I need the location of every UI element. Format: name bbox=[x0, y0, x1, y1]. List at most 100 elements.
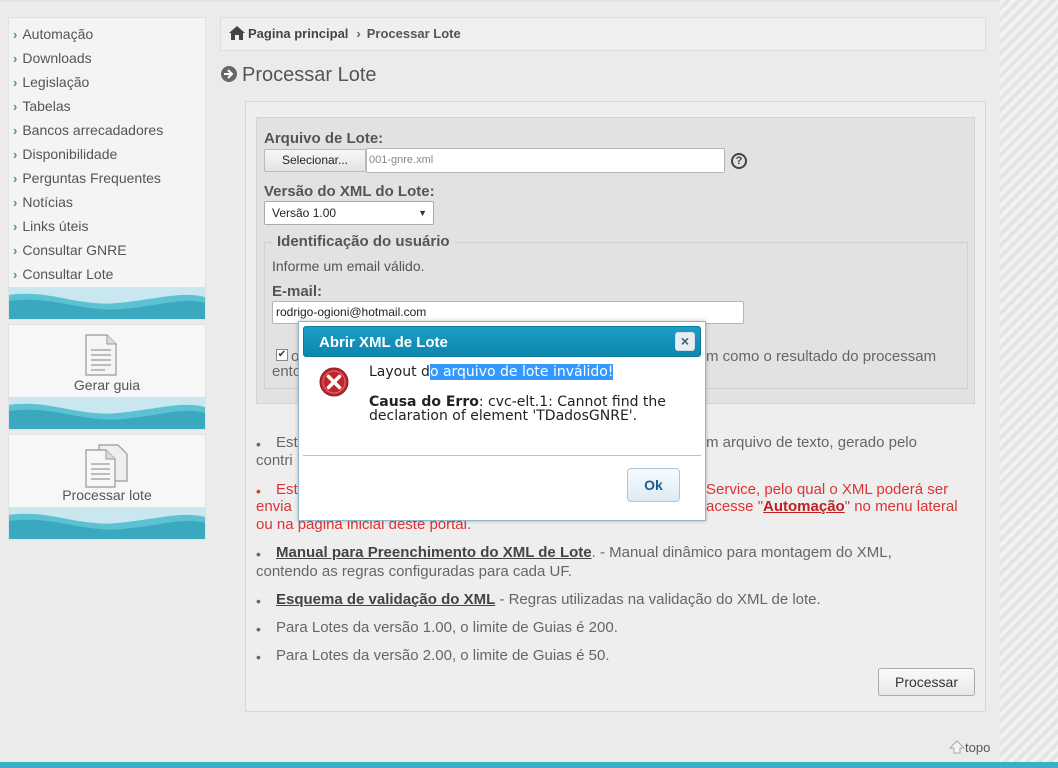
sidebar-item-consultar-gnre[interactable]: › Consultar GNRE bbox=[9, 238, 205, 262]
home-icon[interactable] bbox=[229, 26, 245, 40]
gerar-guia-card[interactable]: Gerar guia bbox=[8, 324, 206, 430]
version-select-value: Versão 1.00 bbox=[272, 206, 337, 220]
bullet-icon: • bbox=[256, 546, 261, 562]
top-border bbox=[0, 0, 1058, 2]
chevron-right-icon: › bbox=[13, 75, 18, 90]
sidebar-item-legislacao[interactable]: › Legislação bbox=[9, 70, 205, 94]
schema-text: - Regras utilizadas na validação do XML … bbox=[495, 591, 821, 608]
sidebar-item-links[interactable]: › Links úteis bbox=[9, 214, 205, 238]
dialog-title[interactable]: Abrir XML de Lote bbox=[303, 326, 701, 357]
back-to-top-label: topo bbox=[965, 740, 991, 755]
note1-line2: contri bbox=[256, 452, 293, 469]
ok-button[interactable]: Ok bbox=[627, 468, 680, 502]
breadcrumb-current: Processar Lote bbox=[366, 26, 461, 41]
document-icon bbox=[85, 334, 117, 376]
sidebar-item-label: Downloads bbox=[22, 50, 92, 66]
error-dialog: Abrir XML de Lote × Layout do arquivo de… bbox=[298, 321, 706, 521]
select-file-button[interactable]: Selecionar... bbox=[264, 149, 366, 172]
dropdown-arrow-icon: ▼ bbox=[418, 208, 427, 218]
chevron-right-icon: › bbox=[13, 99, 18, 114]
bottom-bar bbox=[0, 762, 1058, 768]
note2-line2-post: " no menu lateral bbox=[844, 498, 958, 515]
sidebar-item-noticias[interactable]: › Notícias bbox=[9, 190, 205, 214]
manual-link[interactable]: Manual para Preenchimento do XML de Lote bbox=[276, 544, 592, 561]
wave-decoration bbox=[9, 287, 205, 319]
processar-lote-card[interactable]: Processar lote bbox=[8, 434, 206, 540]
email-label: E-mail: bbox=[272, 283, 323, 300]
sidebar-item-automacao[interactable]: › Automação bbox=[9, 22, 205, 46]
bullet-icon: • bbox=[256, 621, 261, 637]
sidebar-item-label: Consultar Lote bbox=[22, 266, 114, 282]
process-icon bbox=[221, 66, 237, 82]
sidebar-item-consultar-lote[interactable]: › Consultar Lote bbox=[9, 262, 205, 286]
close-icon[interactable]: × bbox=[675, 332, 695, 351]
dialog-cause: Causa do Erro: cvc-elt.1: Cannot find th… bbox=[369, 395, 669, 423]
note1-end: m arquivo de texto, gerado pelo bbox=[706, 434, 917, 451]
page-title: Processar Lote bbox=[220, 64, 377, 87]
user-fieldset-legend: Identificação do usuário bbox=[272, 233, 455, 250]
note1-start: Est bbox=[276, 434, 298, 451]
sidebar-item-tabelas[interactable]: › Tabelas bbox=[9, 94, 205, 118]
chevron-right-icon: › bbox=[13, 147, 18, 162]
notify-checkbox[interactable]: ✔ bbox=[276, 349, 288, 361]
sidebar-item-label: Notícias bbox=[22, 194, 73, 210]
help-icon[interactable]: ? bbox=[731, 153, 747, 169]
sidebar-item-downloads[interactable]: › Downloads bbox=[9, 46, 205, 70]
limit-note-v2: Para Lotes da versão 2.00, o limite de G… bbox=[276, 647, 610, 664]
documents-icon bbox=[85, 444, 128, 488]
sidebar-item-label: Links úteis bbox=[22, 218, 89, 234]
note2-line2-end: acesse "Automação" no menu lateral bbox=[706, 498, 958, 515]
process-button[interactable]: Processar bbox=[878, 668, 975, 696]
bullet-icon: • bbox=[256, 593, 261, 609]
schema-link[interactable]: Esquema de validação do XML bbox=[276, 591, 495, 608]
checkbox-text-line2: ento bbox=[272, 363, 302, 380]
sidebar-item-disponibilidade[interactable]: › Disponibilidade bbox=[9, 142, 205, 166]
bullet-icon: • bbox=[256, 649, 261, 665]
manual-note: Manual para Preenchimento do XML de Lote… bbox=[276, 544, 892, 561]
sidebar-item-bancos[interactable]: › Bancos arrecadadores bbox=[9, 118, 205, 142]
sidebar-item-label: Automação bbox=[22, 26, 94, 42]
chevron-right-icon: › bbox=[13, 171, 18, 186]
arrow-up-icon bbox=[948, 740, 966, 754]
back-to-top-link[interactable]: topo bbox=[948, 740, 991, 755]
error-icon bbox=[319, 367, 349, 397]
sidebar-item-perguntas[interactable]: › Perguntas Frequentes bbox=[9, 166, 205, 190]
chevron-right-icon: › bbox=[13, 267, 18, 282]
file-path-field[interactable]: 001-gnre.xml bbox=[366, 148, 725, 173]
dialog-divider bbox=[303, 455, 701, 456]
checkbox-text-end: m como o resultado do processam bbox=[706, 348, 937, 365]
version-label: Versão do XML do Lote: bbox=[264, 183, 435, 200]
sidebar-item-label: Bancos arrecadadores bbox=[22, 122, 164, 138]
manual-line2: contendo as regras configuradas para cad… bbox=[256, 563, 573, 580]
limit-note-v1: Para Lotes da versão 1.00, o limite de G… bbox=[276, 619, 618, 636]
automacao-link[interactable]: Automação bbox=[763, 498, 845, 515]
note2-line2-start: envia bbox=[256, 498, 292, 515]
chevron-right-icon: › bbox=[13, 195, 18, 210]
wave-decoration bbox=[9, 507, 205, 539]
sidebar-menu: › Automação › Downloads › Legislação › Tabel… bbox=[8, 17, 206, 320]
version-select[interactable]: Versão 1.00 ▼ bbox=[264, 201, 434, 225]
card-label: Gerar guia bbox=[73, 377, 141, 393]
sidebar-item-label: Perguntas Frequentes bbox=[22, 170, 161, 186]
chevron-right-icon: › bbox=[13, 243, 18, 258]
bullet-icon: • bbox=[256, 483, 261, 499]
background-strip bbox=[1000, 0, 1058, 768]
dialog-message: Layout do arquivo de lote inválido! bbox=[369, 364, 614, 380]
note2-end: Service, pelo qual o XML poderá ser bbox=[706, 481, 949, 498]
file-label: Arquivo de Lote: bbox=[264, 130, 384, 147]
breadcrumb-home-link[interactable]: Pagina principal bbox=[248, 26, 348, 41]
note2-line2-pre: acesse " bbox=[706, 498, 764, 515]
wave-decoration bbox=[9, 397, 205, 429]
breadcrumb: Pagina principal › Processar Lote bbox=[220, 17, 986, 51]
dialog-message-start: Layout d bbox=[369, 364, 430, 380]
sidebar-item-label: Tabelas bbox=[22, 98, 71, 114]
card-label: Processar lote bbox=[62, 487, 152, 503]
sidebar-item-label: Legislação bbox=[22, 74, 90, 90]
chevron-right-icon: › bbox=[13, 51, 18, 66]
page-title-text: Processar Lote bbox=[242, 64, 377, 86]
sidebar-item-label: Consultar GNRE bbox=[22, 242, 127, 258]
manual-text: . - Manual dinâmico para montagem do XML… bbox=[591, 544, 892, 561]
sidebar-item-label: Disponibilidade bbox=[22, 146, 118, 162]
sidebar: › Automação › Downloads › Legislação › Tabel… bbox=[8, 17, 206, 540]
chevron-right-icon: › bbox=[13, 27, 18, 42]
